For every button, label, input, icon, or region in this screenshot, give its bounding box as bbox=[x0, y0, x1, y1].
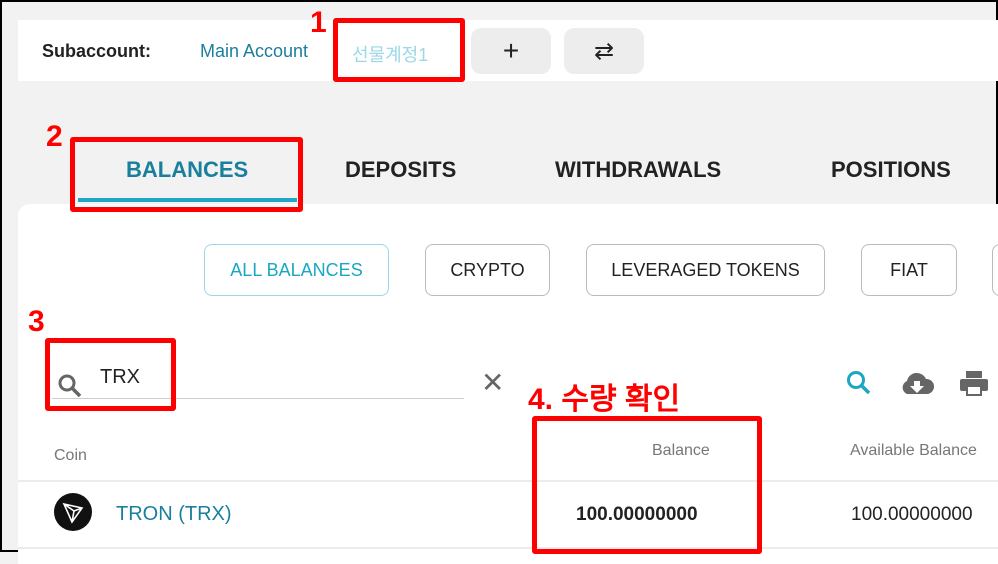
column-header-available-balance: Available Balance bbox=[850, 442, 977, 459]
subaccount-label: Subaccount: bbox=[42, 41, 152, 61]
filter-more[interactable] bbox=[992, 244, 998, 296]
filter-leveraged-tokens[interactable]: LEVERAGED TOKENS bbox=[586, 244, 825, 296]
row-divider bbox=[18, 547, 998, 549]
header-divider bbox=[18, 480, 998, 482]
add-subaccount-button[interactable]: + bbox=[471, 28, 551, 74]
column-header-coin: Coin bbox=[54, 447, 87, 464]
annotation-number-1: 1 bbox=[310, 6, 327, 39]
annotation-box-4 bbox=[532, 416, 762, 554]
coin-name[interactable]: TRON (TRX) bbox=[116, 503, 232, 526]
subaccount-main[interactable]: Main Account bbox=[200, 41, 308, 62]
printer-icon[interactable] bbox=[959, 369, 989, 397]
plus-icon: + bbox=[502, 35, 520, 66]
tab-withdrawals[interactable]: WITHDRAWALS bbox=[555, 157, 721, 183]
search-icon[interactable] bbox=[845, 369, 873, 397]
annotation-box-1 bbox=[333, 18, 465, 82]
annotation-number-3: 3 bbox=[28, 305, 45, 338]
filter-all-balances[interactable]: ALL BALANCES bbox=[204, 244, 389, 296]
cloud-download-icon[interactable] bbox=[899, 370, 935, 396]
filter-crypto[interactable]: CRYPTO bbox=[425, 244, 550, 296]
available-balance-value: 100.00000000 bbox=[851, 504, 973, 525]
tab-deposits[interactable]: DEPOSITS bbox=[345, 157, 456, 183]
annotation-number-2: 2 bbox=[46, 120, 63, 153]
swap-arrows-icon: ⇄ bbox=[593, 37, 615, 65]
switch-subaccount-button[interactable]: ⇄ bbox=[564, 28, 644, 74]
tron-coin-icon bbox=[54, 493, 92, 531]
annotation-box-3 bbox=[45, 338, 176, 411]
annotation-box-2 bbox=[70, 137, 303, 212]
clear-search-icon[interactable]: ✕ bbox=[481, 366, 504, 399]
annotation-label-4: 4. 수량 확인 bbox=[528, 383, 681, 416]
tab-positions[interactable]: POSITIONS bbox=[831, 157, 951, 183]
filter-fiat[interactable]: FIAT bbox=[861, 244, 957, 296]
